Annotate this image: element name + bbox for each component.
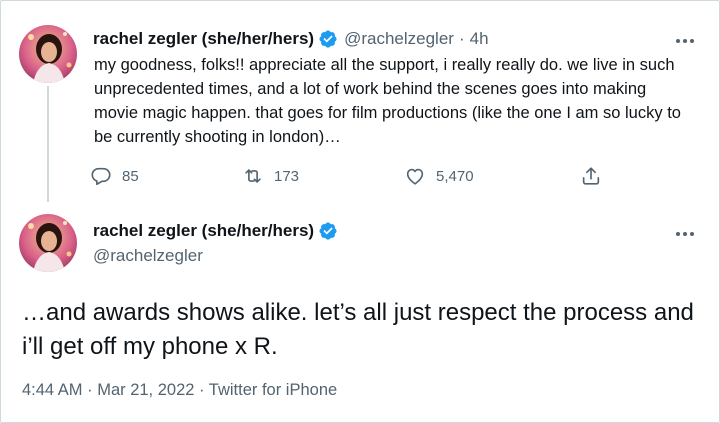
- more-horizontal-icon[interactable]: [676, 36, 700, 46]
- tweet1-text: my goodness, folks!! appreciate all the …: [94, 56, 681, 146]
- author-handle[interactable]: @rachelzegler: [93, 246, 203, 266]
- tweet1-header: rachel zegler (she/her/hers) @rachelzegl…: [93, 29, 489, 49]
- separator-dot: ·: [458, 29, 465, 48]
- tweet2-text: …and awards shows alike. let’s all just …: [22, 299, 694, 360]
- tweet-timestamp[interactable]: 4:44 AM · Mar 21, 2022 · Twitter for iPh…: [22, 381, 337, 400]
- author-handle[interactable]: @rachelzegler: [344, 29, 454, 49]
- author-name[interactable]: rachel zegler (she/her/hers): [93, 29, 314, 49]
- tweet-time[interactable]: 4h: [470, 29, 489, 49]
- thread-connector-line: [47, 86, 49, 202]
- avatar[interactable]: [19, 214, 77, 272]
- reply-count: 85: [122, 167, 139, 185]
- retweet-count: 173: [274, 167, 300, 185]
- tweet1-actions: 85 173 5,470: [90, 165, 620, 189]
- like-button[interactable]: 5,470: [404, 165, 474, 187]
- verified-badge-icon: [318, 221, 338, 241]
- avatar[interactable]: [19, 25, 77, 83]
- like-count: 5,470: [436, 167, 474, 185]
- author-name[interactable]: rachel zegler (she/her/hers): [93, 221, 314, 241]
- heart-icon: [406, 168, 424, 185]
- verified-badge-icon: [318, 29, 338, 49]
- tweet2-header: rachel zegler (she/her/hers): [93, 221, 338, 241]
- reply-button[interactable]: 85: [90, 165, 139, 187]
- share-button[interactable]: [580, 165, 612, 187]
- reply-bubble-icon: [91, 167, 111, 186]
- more-horizontal-icon[interactable]: [676, 229, 700, 239]
- share-icon: [582, 167, 600, 185]
- retweet-button[interactable]: 173: [242, 165, 299, 187]
- retweet-icon: [245, 169, 261, 183]
